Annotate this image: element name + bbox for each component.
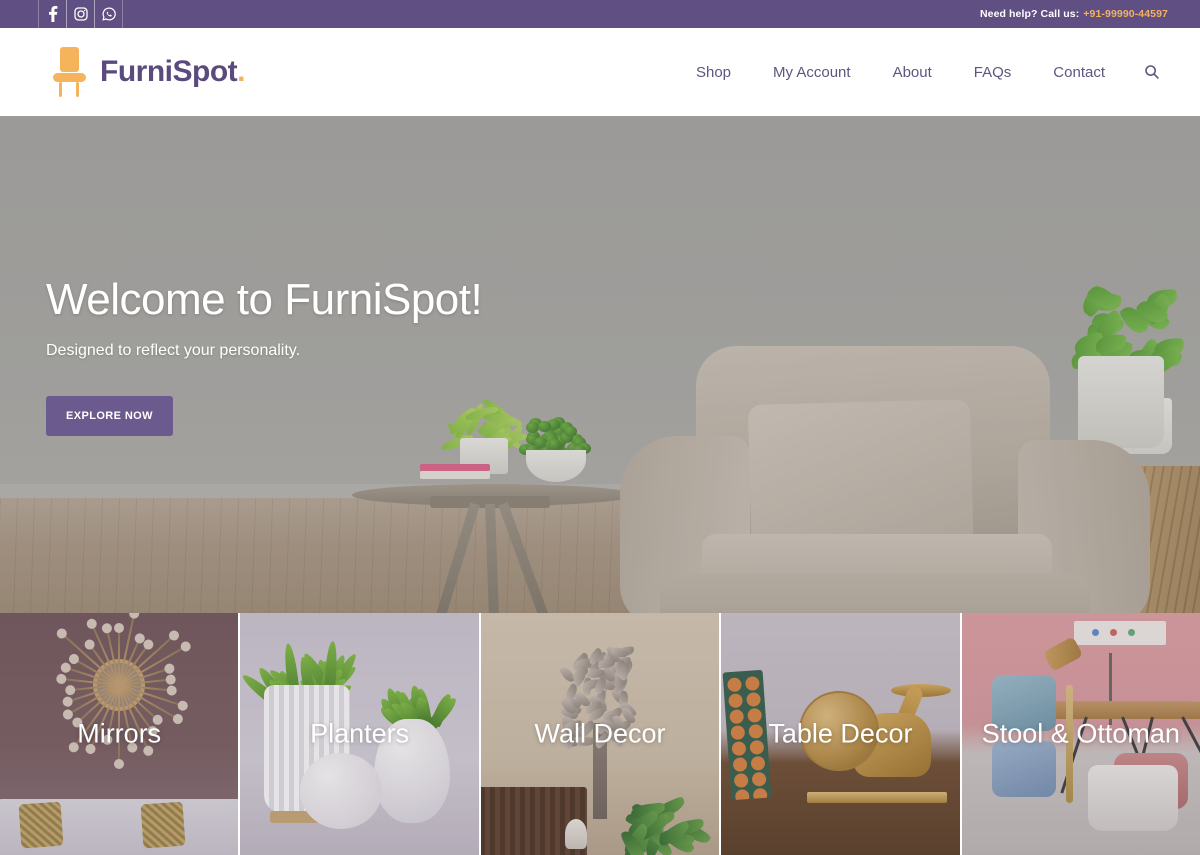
hero-banner: Welcome to FurniSpot! Designed to reflec… — [0, 116, 1200, 613]
page-root: Need help? Call us: +91-99990-44597 Furn… — [0, 0, 1200, 855]
logo[interactable]: FurniSpot. — [46, 44, 245, 100]
category-card-stool-ottoman[interactable]: Stool & Ottoman — [962, 613, 1200, 855]
nav-item-faqs[interactable]: FAQs — [953, 58, 1033, 87]
explore-now-button[interactable]: EXPLORE NOW — [46, 396, 173, 436]
brand-wordmark: FurniSpot. — [100, 57, 245, 87]
hero-title: Welcome to FurniSpot! — [46, 276, 606, 324]
social-links — [38, 0, 122, 28]
chair-icon — [46, 44, 92, 100]
whatsapp-icon[interactable] — [94, 0, 123, 28]
category-label-mirrors: Mirrors — [0, 717, 238, 752]
main-navigation: Shop My Account About FAQs Contact — [675, 58, 1170, 87]
hero-copy: Welcome to FurniSpot! Designed to reflec… — [46, 276, 606, 436]
category-card-planters[interactable]: Planters — [240, 613, 478, 855]
instagram-icon[interactable] — [66, 0, 95, 28]
category-card-table-decor[interactable]: Table Decor — [721, 613, 959, 855]
help-contact: Need help? Call us: +91-99990-44597 — [980, 0, 1168, 28]
help-phone-number[interactable]: +91-99990-44597 — [1083, 8, 1168, 20]
category-label-wall-decor: Wall Decor — [481, 717, 719, 752]
nav-item-contact[interactable]: Contact — [1032, 58, 1126, 87]
nav-item-my-account[interactable]: My Account — [752, 58, 872, 87]
nav-item-about[interactable]: About — [872, 58, 953, 87]
category-label-table-decor: Table Decor — [721, 717, 959, 752]
hero-subtitle: Designed to reflect your personality. — [46, 342, 606, 360]
category-card-wall-decor[interactable]: Wall Decor — [481, 613, 719, 855]
category-label-planters: Planters — [240, 717, 478, 752]
category-label-stool-ottoman: Stool & Ottoman — [962, 717, 1200, 752]
help-label: Need help? Call us: — [980, 8, 1079, 20]
nav-item-shop[interactable]: Shop — [675, 58, 752, 87]
site-header: FurniSpot. Shop My Account About FAQs Co… — [0, 28, 1200, 116]
brand-dot: . — [237, 55, 245, 88]
facebook-icon[interactable] — [38, 0, 67, 28]
category-grid: Mirrors Planters Wall Decor Table Decor … — [0, 613, 1200, 855]
category-card-mirrors[interactable]: Mirrors — [0, 613, 238, 855]
brand-name: FurniSpot — [100, 55, 237, 88]
top-bar: Need help? Call us: +91-99990-44597 — [0, 0, 1200, 28]
search-icon[interactable] — [1126, 58, 1170, 86]
